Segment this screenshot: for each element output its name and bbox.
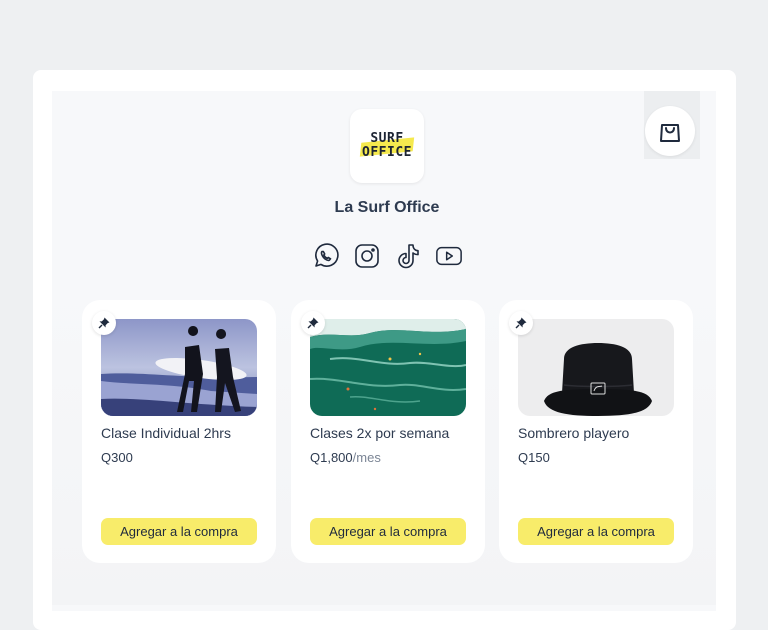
logo-text-line2: OFFICE xyxy=(362,145,412,160)
add-to-cart-button[interactable]: Agregar a la compra xyxy=(101,518,257,545)
pin-icon xyxy=(515,317,527,329)
tiktok-link[interactable] xyxy=(394,242,422,270)
whatsapp-link[interactable] xyxy=(312,242,340,270)
store-name: La Surf Office xyxy=(334,199,440,216)
ocean-aerial-photo xyxy=(310,319,466,416)
add-to-cart-button[interactable]: Agregar a la compra xyxy=(518,518,674,545)
price-value: Q150 xyxy=(518,450,550,465)
product-price: Q1,800/mes xyxy=(310,450,381,465)
product-image[interactable] xyxy=(518,319,674,416)
pin-button[interactable] xyxy=(301,311,325,335)
tiktok-icon xyxy=(398,244,419,269)
whatsapp-icon xyxy=(315,243,339,267)
logo-text-line1: SURF xyxy=(370,131,404,146)
product-name: Sombrero playero xyxy=(518,425,630,441)
product-card[interactable]: Clases 2x por semana Q1,800/mes Agregar … xyxy=(291,300,485,563)
add-to-cart-button[interactable]: Agregar a la compra xyxy=(310,518,466,545)
product-image[interactable] xyxy=(310,319,466,416)
instagram-link[interactable] xyxy=(353,242,381,270)
store-logo: SURF OFFICE xyxy=(350,109,424,183)
cart-button[interactable] xyxy=(645,106,695,156)
product-card[interactable]: Clase Individual 2hrs Q300 Agregar a la … xyxy=(82,300,276,563)
bucket-hat-photo xyxy=(518,319,674,416)
product-name: Clase Individual 2hrs xyxy=(101,425,231,441)
pin-icon xyxy=(307,317,319,329)
social-links xyxy=(312,242,463,270)
instagram-icon xyxy=(355,244,379,268)
youtube-link[interactable] xyxy=(435,242,463,270)
pin-icon xyxy=(98,317,110,329)
price-value: Q1,800 xyxy=(310,450,353,465)
product-name: Clases 2x por semana xyxy=(310,425,450,441)
product-card[interactable]: Sombrero playero Q150 Agregar a la compr… xyxy=(499,300,693,563)
surfers-photo xyxy=(101,319,257,416)
product-image[interactable] xyxy=(101,319,257,416)
product-price: Q300 xyxy=(101,450,133,465)
pin-button[interactable] xyxy=(92,311,116,335)
price-value: Q300 xyxy=(101,450,133,465)
price-period: /mes xyxy=(352,450,381,465)
shopping-bag-icon xyxy=(660,124,680,142)
youtube-icon xyxy=(436,246,462,266)
product-price: Q150 xyxy=(518,450,550,465)
pin-button[interactable] xyxy=(509,311,533,335)
